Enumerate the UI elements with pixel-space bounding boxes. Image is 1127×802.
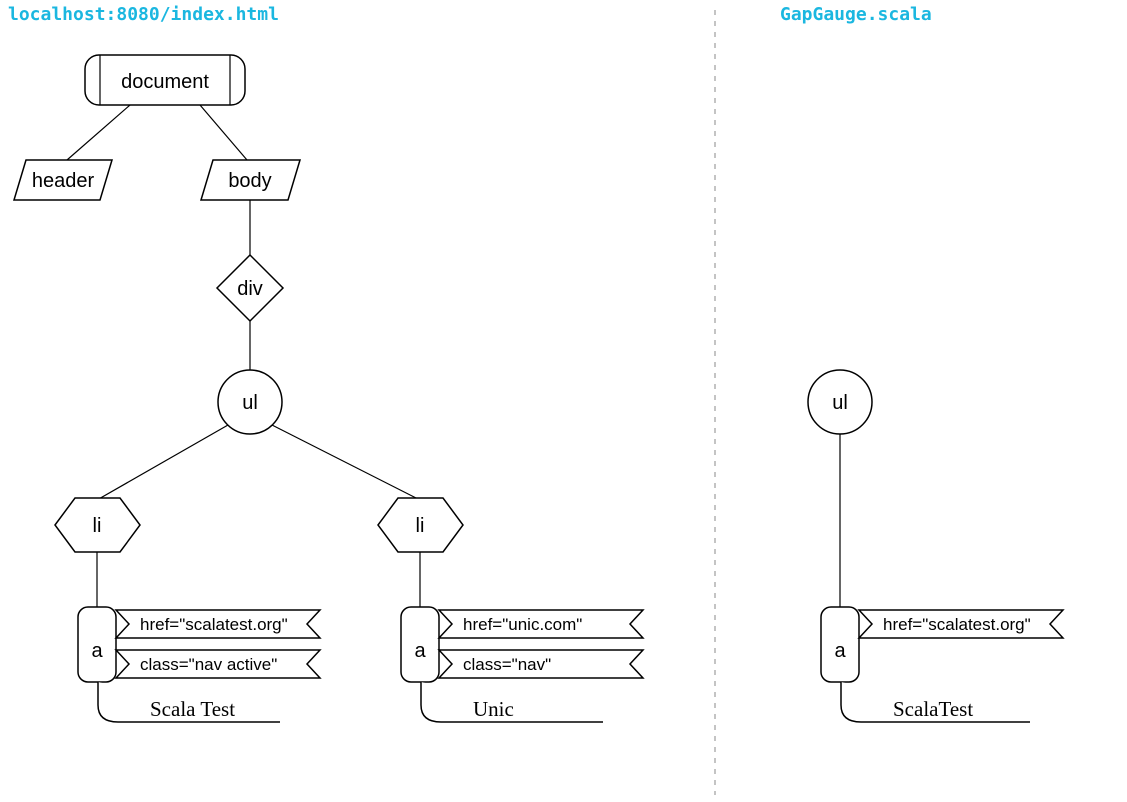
svg-text:a: a (91, 640, 103, 662)
attr-a2-href: href="unic.com" (439, 610, 643, 638)
svg-text:Scala Test: Scala Test (150, 697, 235, 721)
svg-text:class="nav": class="nav" (463, 655, 551, 674)
svg-text:ul: ul (242, 392, 258, 414)
node-ul-right: ul (808, 370, 872, 434)
svg-text:body: body (228, 170, 271, 192)
node-ul-left: ul (218, 370, 282, 434)
svg-text:href="scalatest.org": href="scalatest.org" (140, 615, 288, 634)
svg-text:div: div (237, 278, 263, 300)
node-document: document (85, 55, 245, 105)
svg-text:href="unic.com": href="unic.com" (463, 615, 582, 634)
svg-text:class="nav active": class="nav active" (140, 655, 277, 674)
attr-a1-class: class="nav active" (116, 650, 320, 678)
svg-text:document: document (121, 71, 209, 93)
node-a-right: a (821, 607, 859, 682)
svg-text:li: li (93, 515, 102, 537)
svg-text:ul: ul (832, 392, 848, 414)
svg-text:href="scalatest.org": href="scalatest.org" (883, 615, 1031, 634)
content-a2: Unic (421, 682, 603, 722)
svg-text:a: a (414, 640, 426, 662)
content-a1: Scala Test (98, 682, 280, 722)
right-title: GapGauge.scala (780, 4, 932, 25)
node-header: header (14, 160, 112, 200)
attr-a1-href: href="scalatest.org" (116, 610, 320, 638)
diagram-canvas: localhost:8080/index.html GapGauge.scala… (0, 0, 1127, 802)
node-a-1: a (78, 607, 116, 682)
svg-text:ScalaTest: ScalaTest (893, 697, 973, 721)
svg-text:header: header (32, 170, 95, 192)
node-body: body (201, 160, 300, 200)
content-a-right: ScalaTest (841, 682, 1030, 722)
attr-a-right-href: href="scalatest.org" (859, 610, 1063, 638)
svg-text:Unic: Unic (473, 697, 514, 721)
node-li-1: li (55, 498, 140, 552)
svg-text:li: li (416, 515, 425, 537)
left-title: localhost:8080/index.html (8, 4, 279, 25)
attr-a2-class: class="nav" (439, 650, 643, 678)
svg-text:a: a (834, 640, 846, 662)
node-a-2: a (401, 607, 439, 682)
node-div: div (217, 255, 283, 321)
node-li-2: li (378, 498, 463, 552)
